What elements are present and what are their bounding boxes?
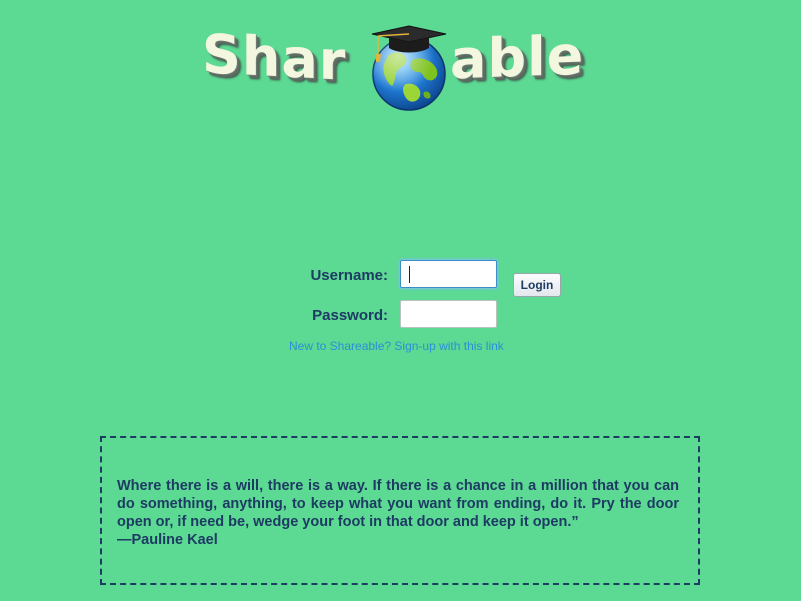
username-label: Username: (310, 267, 388, 284)
login-button[interactable]: Login (513, 273, 561, 297)
logo-text-right: able (450, 23, 585, 92)
password-input[interactable] (400, 300, 497, 328)
quote-box: Where there is a will, there is a way. I… (100, 436, 700, 585)
quote-author: —Pauline Kael (117, 532, 218, 548)
password-label: Password: (312, 307, 388, 324)
quote-body: Where there is a will, there is a way. I… (117, 478, 679, 530)
signup-link[interactable]: New to Shareable? Sign-up with this link (289, 339, 504, 353)
username-input[interactable] (400, 260, 497, 288)
quote-text: Where there is a will, there is a way. I… (117, 477, 679, 549)
text-cursor (409, 266, 410, 283)
globe-graduation-cap-icon (371, 25, 447, 111)
logo-text-left: Shar (202, 22, 347, 93)
shareable-logo: Shar able (200, 18, 600, 114)
